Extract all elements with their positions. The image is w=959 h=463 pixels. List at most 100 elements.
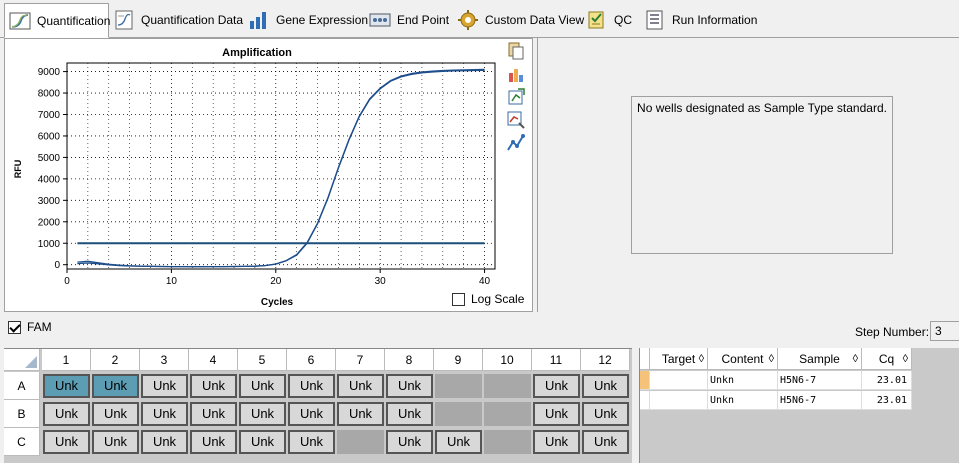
- x-tick-label: 30: [375, 276, 387, 287]
- column-header-cq[interactable]: Cq ◊: [862, 348, 912, 370]
- column-header-target[interactable]: Target ◊: [650, 348, 708, 370]
- plate-well[interactable]: Unk: [43, 430, 90, 454]
- plate-select-all[interactable]: [4, 349, 40, 371]
- step-number-field[interactable]: 3: [930, 321, 959, 341]
- tab-quantification-data[interactable]: Quantification Data: [113, 4, 243, 36]
- plate-well[interactable]: Unk: [337, 402, 384, 426]
- plate-well[interactable]: [484, 402, 531, 426]
- standard-curve-panel: No wells designated as Sample Type stand…: [537, 38, 959, 312]
- plate-well[interactable]: Unk: [43, 374, 90, 398]
- plate-well[interactable]: Unk: [141, 374, 188, 398]
- plate-well[interactable]: Unk: [337, 374, 384, 398]
- table-cell-target[interactable]: [650, 391, 708, 410]
- log-scale-checkbox[interactable]: [452, 292, 465, 306]
- plate-well[interactable]: Unk: [43, 402, 90, 426]
- table-cell-cq[interactable]: 23.01: [862, 391, 912, 410]
- x-axis-label: Cycles: [261, 297, 294, 308]
- table-cell-content[interactable]: Unkn: [708, 371, 778, 390]
- plate-column-header[interactable]: 12: [581, 349, 630, 371]
- plate-column-header[interactable]: 9: [434, 349, 483, 371]
- plate-well[interactable]: [484, 374, 531, 398]
- tab-label: Quantification: [37, 13, 111, 28]
- plate-well[interactable]: Unk: [582, 430, 629, 454]
- fam-toggle[interactable]: FAM: [8, 320, 52, 334]
- plate-well[interactable]: Unk: [190, 374, 237, 398]
- plate-column-header[interactable]: 7: [336, 349, 385, 371]
- plate-well[interactable]: Unk: [92, 430, 139, 454]
- plate-well[interactable]: Unk: [239, 402, 286, 426]
- plate-column-header[interactable]: 6: [287, 349, 336, 371]
- sort-icon[interactable]: ◊: [903, 348, 908, 370]
- plate-well[interactable]: Unk: [288, 374, 335, 398]
- table-cell-cq[interactable]: 23.01: [862, 371, 912, 390]
- table-cell-content[interactable]: Unkn: [708, 391, 778, 410]
- plate-well[interactable]: Unk: [386, 402, 433, 426]
- column-header-label: Target: [661, 352, 696, 366]
- row-selector[interactable]: [640, 371, 650, 390]
- curve-style-icon[interactable]: [506, 133, 526, 153]
- table-cell-sample[interactable]: H5N6-7: [778, 391, 862, 410]
- plate-well[interactable]: Unk: [190, 402, 237, 426]
- tab-gene-expression[interactable]: Gene Expression: [248, 4, 368, 36]
- plate-well[interactable]: Unk: [533, 374, 580, 398]
- log-scale-toggle[interactable]: Log Scale: [452, 292, 524, 306]
- export-icon[interactable]: [506, 87, 526, 107]
- plate-column-header[interactable]: 2: [91, 349, 140, 371]
- tab-strip: Quantification Quantification Data Gene …: [0, 0, 959, 38]
- plate-column-header[interactable]: 3: [140, 349, 189, 371]
- column-header-label: Sample: [799, 352, 840, 366]
- plate-column-header[interactable]: 4: [189, 349, 238, 371]
- plate-well[interactable]: Unk: [435, 430, 482, 454]
- plate-column-header[interactable]: 1: [42, 349, 91, 371]
- plate-row-header[interactable]: A: [4, 372, 40, 400]
- amplification-chart[interactable]: Amplification Cycles RFU 0 10 20 30 40 0 1000 2…: [5, 39, 505, 313]
- column-header-label: Cq: [878, 352, 895, 366]
- row-selector[interactable]: [640, 391, 650, 410]
- sort-icon[interactable]: ◊: [769, 348, 774, 370]
- column-header-sample[interactable]: Sample ◊: [778, 348, 862, 370]
- plate-column-header[interactable]: 10: [483, 349, 532, 371]
- tab-label: Gene Expression: [276, 13, 369, 27]
- plate-well[interactable]: Unk: [288, 402, 335, 426]
- tab-qc[interactable]: QC: [586, 4, 632, 36]
- table-corner: [640, 348, 650, 370]
- plate-column-header[interactable]: 5: [238, 349, 287, 371]
- tab-end-point[interactable]: End Point: [369, 4, 449, 36]
- plate-well[interactable]: Unk: [386, 374, 433, 398]
- plate-well[interactable]: Unk: [386, 430, 433, 454]
- plate-column-header[interactable]: 8: [385, 349, 434, 371]
- plate-well[interactable]: [337, 430, 384, 454]
- zoom-chart-icon[interactable]: [506, 110, 526, 130]
- plate-well[interactable]: Unk: [533, 402, 580, 426]
- tab-custom-data-view[interactable]: Custom Data View: [457, 4, 584, 36]
- plate-well[interactable]: [484, 430, 531, 454]
- plate-row-header[interactable]: C: [4, 428, 40, 456]
- plate-well[interactable]: Unk: [141, 430, 188, 454]
- plate-row-header[interactable]: B: [4, 400, 40, 428]
- endpoint-icon: [369, 10, 391, 30]
- plate-well[interactable]: Unk: [92, 402, 139, 426]
- plate-well[interactable]: Unk: [239, 430, 286, 454]
- plate-well[interactable]: Unk: [582, 374, 629, 398]
- copy-icon[interactable]: [506, 41, 526, 61]
- plate-well[interactable]: Unk: [582, 402, 629, 426]
- table-cell-sample[interactable]: H5N6-7: [778, 371, 862, 390]
- column-header-content[interactable]: Content ◊: [708, 348, 778, 370]
- sort-icon[interactable]: ◊: [853, 348, 858, 370]
- plate-well[interactable]: Unk: [239, 374, 286, 398]
- plate-well[interactable]: Unk: [288, 430, 335, 454]
- chart-options-icon[interactable]: [506, 64, 526, 84]
- plate-well[interactable]: Unk: [141, 402, 188, 426]
- sort-icon[interactable]: ◊: [699, 348, 704, 370]
- plate-well[interactable]: Unk: [190, 430, 237, 454]
- plate-well[interactable]: Unk: [92, 374, 139, 398]
- fam-checkbox[interactable]: [8, 320, 21, 334]
- tab-run-information[interactable]: Run Information: [644, 4, 757, 36]
- plate-well[interactable]: [435, 374, 482, 398]
- plate-well[interactable]: [435, 402, 482, 426]
- y-tick-label: 7000: [38, 110, 61, 121]
- table-cell-target[interactable]: [650, 371, 708, 390]
- plate-column-header[interactable]: 11: [532, 349, 581, 371]
- plate-well[interactable]: Unk: [533, 430, 580, 454]
- tab-quantification[interactable]: Quantification: [4, 3, 111, 38]
